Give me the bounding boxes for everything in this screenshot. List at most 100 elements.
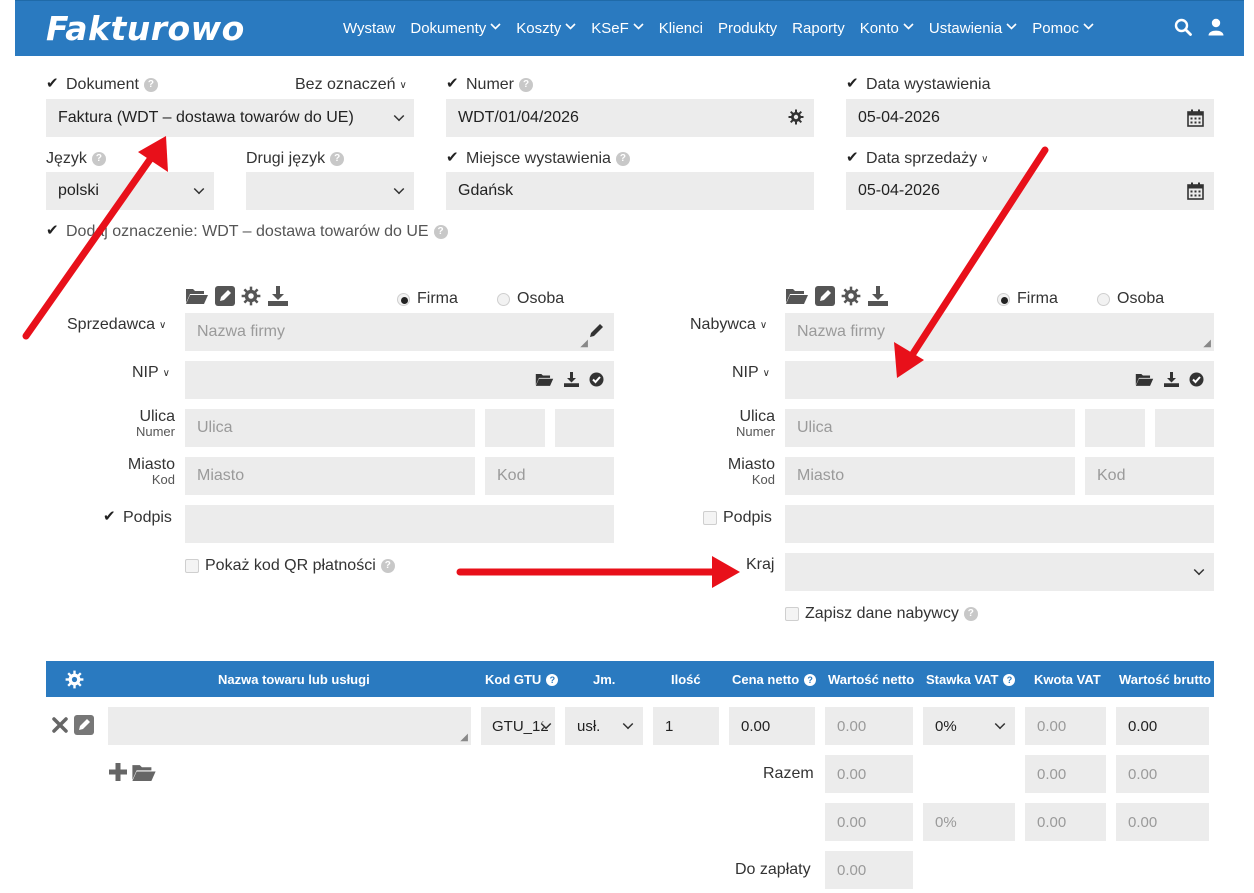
seller-apartment-number-input[interactable] bbox=[555, 409, 614, 447]
buyer-person-radio[interactable]: Osoba bbox=[1097, 290, 1164, 308]
seller-firm-radio[interactable]: Firma bbox=[397, 290, 458, 308]
user-icon[interactable] bbox=[1208, 18, 1224, 41]
nav-item-dokumenty[interactable]: Dokumenty bbox=[410, 20, 501, 37]
folder-open-icon[interactable] bbox=[131, 763, 157, 787]
nav-item-ustawienia[interactable]: Ustawienia bbox=[929, 20, 1017, 37]
buyer-signature-input[interactable] bbox=[785, 505, 1214, 543]
buyer-postal-code-input[interactable]: Kod bbox=[1085, 457, 1214, 495]
folder-open-icon[interactable] bbox=[785, 287, 809, 310]
document-checkbox[interactable] bbox=[46, 74, 60, 92]
help-icon[interactable]: ? bbox=[804, 673, 817, 686]
check-circle-icon[interactable] bbox=[1189, 372, 1204, 392]
help-icon[interactable]: ? bbox=[615, 152, 630, 166]
seller-nip-input[interactable] bbox=[185, 361, 614, 399]
place-checkbox[interactable] bbox=[446, 148, 460, 166]
item-net-price-input[interactable]: 0.00 bbox=[729, 707, 815, 745]
buyer-city-input[interactable]: Miasto bbox=[785, 457, 1075, 495]
nav-item-wystaw[interactable]: Wystaw bbox=[343, 20, 395, 37]
place-input[interactable]: Gdańsk bbox=[446, 172, 814, 210]
add-marking-wrap[interactable]: Dodaj oznaczenie: WDT – dostawa towarów … bbox=[46, 221, 448, 241]
gear-icon[interactable] bbox=[65, 670, 84, 689]
seller-building-number-input[interactable] bbox=[485, 409, 545, 447]
buyer-name-input[interactable]: Nazwa firmy ◢ bbox=[785, 313, 1214, 351]
resize-handle-icon[interactable]: ◢ bbox=[1203, 338, 1211, 349]
resize-handle-icon[interactable]: ◢ bbox=[460, 732, 468, 743]
add-icon[interactable] bbox=[108, 762, 128, 787]
help-icon[interactable]: ? bbox=[433, 225, 448, 239]
buyer-signature-checkbox[interactable] bbox=[703, 511, 717, 525]
issue-date-checkbox[interactable] bbox=[846, 74, 860, 92]
buyer-country-select[interactable] bbox=[785, 553, 1214, 591]
search-icon[interactable] bbox=[1174, 18, 1192, 41]
buyer-label-toggle[interactable]: Nabywca ∨ bbox=[690, 316, 767, 334]
number-input[interactable]: WDT/01/04/2026 bbox=[446, 99, 814, 137]
seller-name-input[interactable]: Nazwa firmy ◢ bbox=[185, 313, 614, 351]
radio-button[interactable] bbox=[1097, 292, 1110, 306]
item-unit-select[interactable]: usł. bbox=[565, 707, 643, 745]
folder-open-icon[interactable] bbox=[185, 287, 209, 310]
seller-nip-toggle[interactable]: NIP ∨ bbox=[132, 364, 170, 382]
seller-person-radio[interactable]: Osoba bbox=[497, 290, 564, 308]
nav-item-produkty[interactable]: Produkty bbox=[718, 20, 777, 37]
buyer-save-checkbox[interactable] bbox=[785, 607, 799, 621]
issue-date-input[interactable]: 05-04-2026 bbox=[846, 99, 1214, 137]
help-icon[interactable]: ? bbox=[330, 152, 345, 166]
resize-handle-icon[interactable]: ◢ bbox=[580, 338, 588, 349]
folder-open-icon[interactable] bbox=[1135, 372, 1154, 392]
nav-item-pomoc[interactable]: Pomoc bbox=[1032, 20, 1094, 37]
download-icon[interactable] bbox=[563, 372, 580, 392]
gear-icon[interactable] bbox=[241, 286, 261, 311]
edit-icon[interactable] bbox=[215, 286, 235, 311]
document-type-select[interactable]: Faktura (WDT – dostawa towarów do UE) bbox=[46, 99, 414, 137]
seller-qr-checkbox[interactable] bbox=[185, 559, 199, 573]
folder-open-icon[interactable] bbox=[535, 372, 554, 392]
seller-city-input[interactable]: Miasto bbox=[185, 457, 475, 495]
buyer-apartment-number-input[interactable] bbox=[1155, 409, 1214, 447]
seller-qr-wrap[interactable]: Pokaż kod QR płatności ? bbox=[185, 557, 395, 575]
chevron-down-icon[interactable]: ∨ bbox=[981, 154, 988, 165]
seller-label-toggle[interactable]: Sprzedawca ∨ bbox=[67, 316, 166, 334]
nav-item-klienci[interactable]: Klienci bbox=[659, 20, 703, 37]
item-qty-input[interactable]: 1 bbox=[653, 707, 719, 745]
help-icon[interactable]: ? bbox=[1003, 673, 1016, 686]
seller-signature-input[interactable] bbox=[185, 505, 614, 543]
nav-item-ksef[interactable]: KSeF bbox=[591, 20, 644, 37]
help-icon[interactable]: ? bbox=[380, 559, 395, 573]
check-circle-icon[interactable] bbox=[589, 372, 604, 392]
buyer-nip-toggle[interactable]: NIP ∨ bbox=[732, 364, 770, 382]
radio-button[interactable] bbox=[997, 292, 1010, 306]
buyer-nip-input[interactable] bbox=[785, 361, 1214, 399]
radio-button[interactable] bbox=[497, 292, 510, 306]
item-gtu-select[interactable]: GTU_12 bbox=[481, 707, 555, 745]
close-icon[interactable] bbox=[52, 717, 68, 738]
edit-icon[interactable] bbox=[74, 715, 94, 740]
help-icon[interactable]: ? bbox=[546, 673, 559, 686]
seller-postal-code-input[interactable]: Kod bbox=[485, 457, 614, 495]
nav-item-konto[interactable]: Konto bbox=[860, 20, 914, 37]
nav-item-raporty[interactable]: Raporty bbox=[792, 20, 845, 37]
download-icon[interactable] bbox=[1163, 372, 1180, 392]
language-select[interactable]: polski bbox=[46, 172, 214, 210]
buyer-street-input[interactable]: Ulica bbox=[785, 409, 1075, 447]
second-language-select[interactable] bbox=[246, 172, 414, 210]
help-icon[interactable]: ? bbox=[91, 152, 106, 166]
help-icon[interactable]: ? bbox=[143, 78, 158, 92]
number-checkbox[interactable] bbox=[446, 74, 460, 92]
item-gross-value-input[interactable]: 0.00 bbox=[1116, 707, 1209, 745]
seller-signature-checkbox[interactable] bbox=[103, 507, 117, 525]
help-icon[interactable]: ? bbox=[519, 78, 534, 92]
buyer-firm-radio[interactable]: Firma bbox=[997, 290, 1058, 308]
download-icon[interactable] bbox=[267, 286, 289, 311]
sale-date-checkbox[interactable] bbox=[846, 148, 860, 166]
calendar-icon[interactable] bbox=[1187, 109, 1204, 132]
nav-item-koszty[interactable]: Koszty bbox=[516, 20, 576, 37]
app-logo[interactable]: Fakturowo bbox=[46, 9, 245, 48]
radio-button[interactable] bbox=[397, 292, 410, 306]
help-icon[interactable]: ? bbox=[963, 607, 978, 621]
edit-icon[interactable] bbox=[815, 286, 835, 311]
sale-date-input[interactable]: 05-04-2026 bbox=[846, 172, 1214, 210]
item-name-input[interactable]: ◢ bbox=[108, 707, 471, 745]
bez-oznaczen-toggle[interactable]: Bez oznaczeń ∨ bbox=[295, 76, 407, 94]
gear-icon[interactable] bbox=[788, 109, 804, 130]
item-vat-rate-select[interactable]: 0% bbox=[923, 707, 1015, 745]
